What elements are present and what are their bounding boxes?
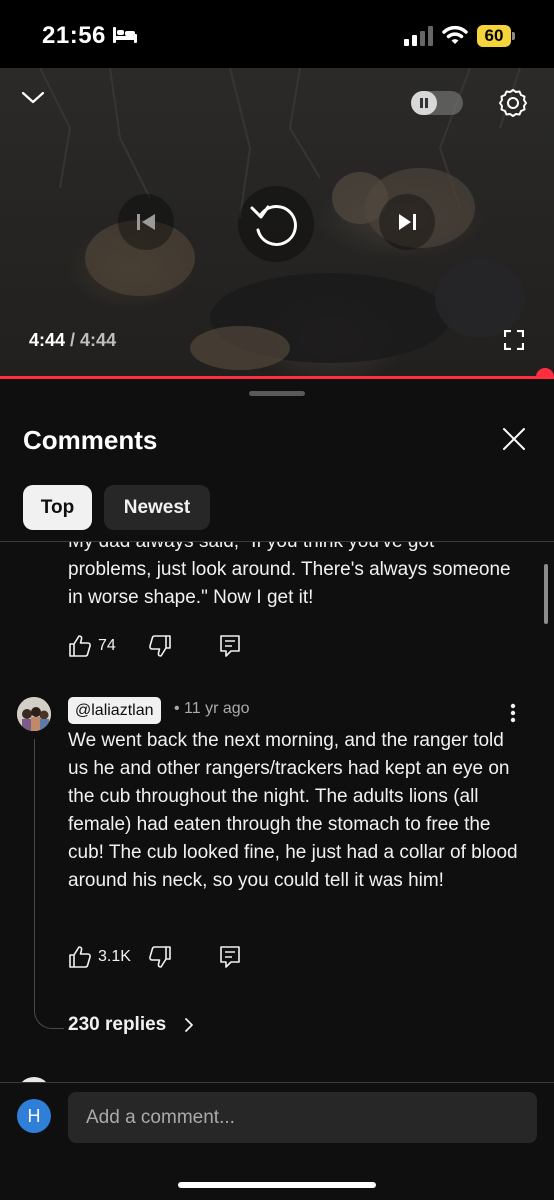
comment-text-cut: My dad always said, "If you think you've… (68, 542, 528, 556)
avatar-photo (17, 697, 51, 731)
battery-indicator: 60 (477, 25, 515, 47)
author-handle[interactable]: @laliaztlan (68, 697, 161, 724)
filter-chip-newest[interactable]: Newest (104, 485, 210, 530)
comment-actions: 3.1K (68, 945, 268, 971)
skip-next-icon (399, 214, 416, 230)
thumbs-down-icon[interactable] (148, 945, 172, 969)
duration: 4:44 (80, 330, 117, 350)
current-time: 4:44 (29, 330, 66, 350)
next-button[interactable] (379, 194, 435, 250)
comment-actions: 74 (68, 634, 268, 660)
status-bar: 21:56 60 (0, 0, 554, 68)
time-display: 4:44 / 4:44 (29, 330, 116, 351)
view-replies-link[interactable]: 230 replies (68, 1014, 166, 1036)
avatar[interactable] (17, 697, 51, 731)
close-icon[interactable] (502, 427, 526, 451)
reply-icon[interactable] (219, 634, 241, 658)
skip-previous-icon (137, 214, 155, 230)
battery-tip (512, 32, 515, 40)
comment-time: • 11 yr ago (174, 700, 250, 717)
previous-button[interactable] (118, 194, 174, 250)
comments-list[interactable]: My dad always said, "If you think you've… (0, 542, 554, 1082)
autoplay-toggle[interactable] (411, 91, 463, 115)
like-count: 74 (98, 637, 116, 654)
like-count: 3.1K (98, 948, 131, 965)
comments-sheet: Comments Top Newest My dad always said, … (0, 379, 554, 1200)
thread-line (34, 739, 64, 1029)
scrollbar[interactable] (544, 564, 548, 624)
home-indicator[interactable] (178, 1182, 376, 1188)
filter-chip-top[interactable]: Top (23, 485, 92, 530)
chevron-right-icon[interactable] (184, 1017, 194, 1033)
drag-handle[interactable] (249, 391, 305, 396)
chevron-down-icon[interactable] (20, 90, 46, 106)
video-player[interactable]: 4:44 / 4:44 (0, 68, 554, 378)
bed-icon (113, 27, 137, 43)
thumbs-down-icon[interactable] (148, 634, 172, 658)
thumbs-up-icon[interactable] (68, 634, 92, 658)
user-avatar[interactable]: H (17, 1099, 51, 1133)
divider (0, 1082, 554, 1083)
comment-text: We went back the next morning, and the r… (68, 730, 518, 891)
status-time: 21:56 (42, 22, 106, 49)
replay-icon (250, 205, 297, 246)
pause-icon (411, 91, 437, 115)
thumbs-up-icon[interactable] (68, 945, 92, 969)
replay-button[interactable] (238, 186, 314, 262)
battery-level: 60 (477, 25, 511, 47)
more-vert-icon[interactable] (510, 703, 516, 723)
comment-input[interactable]: Add a comment... (68, 1092, 537, 1143)
fullscreen-icon[interactable] (504, 330, 524, 350)
comment-text: problems, just look around. There's alwa… (68, 559, 511, 608)
time-separator: / (65, 330, 81, 350)
gear-icon[interactable] (498, 88, 528, 118)
wifi-icon (442, 25, 468, 44)
reply-icon[interactable] (219, 945, 241, 969)
sheet-title: Comments (23, 425, 158, 455)
signal-icon (404, 26, 433, 46)
